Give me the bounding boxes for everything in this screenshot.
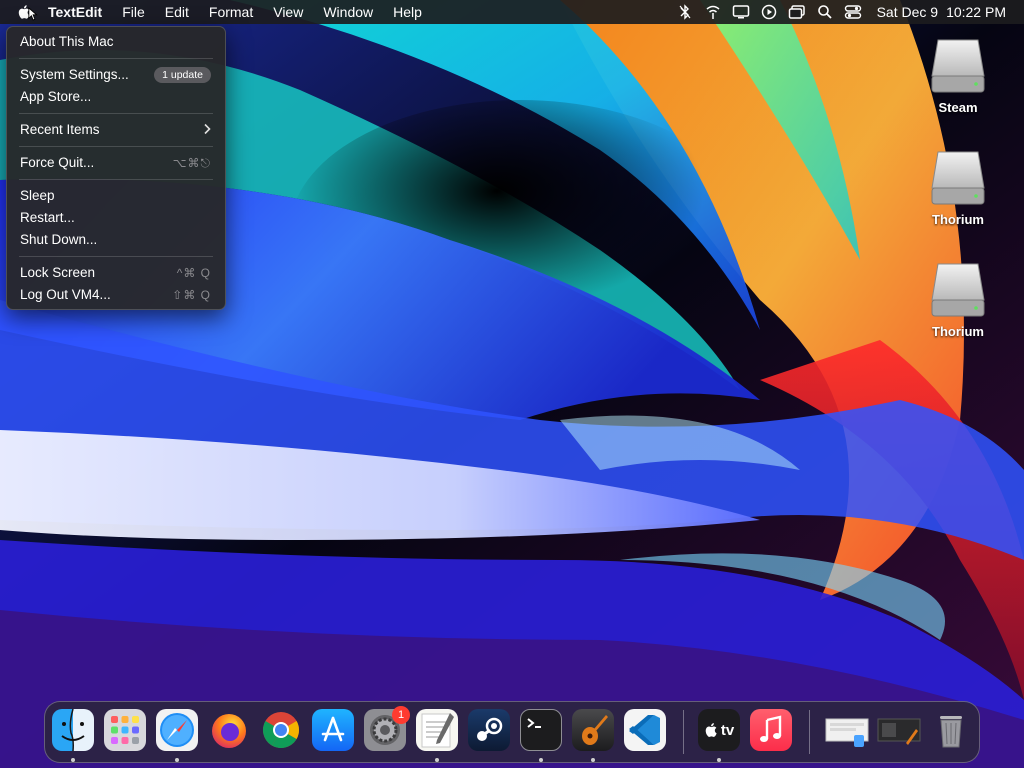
drive-icon (930, 148, 986, 206)
menu-item-label: Lock Screen (20, 265, 96, 280)
search-icon[interactable] (811, 0, 839, 24)
wifi-icon[interactable] (699, 0, 727, 24)
dock: 1 tv (44, 701, 980, 763)
dock-textedit-icon[interactable] (416, 709, 458, 751)
menu-format[interactable]: Format (199, 0, 263, 24)
window-switch-icon[interactable] (783, 0, 811, 24)
running-indicator (591, 758, 595, 762)
menu-file[interactable]: File (112, 0, 155, 24)
running-indicator (175, 758, 179, 762)
control-center-icon[interactable] (839, 0, 867, 24)
menu-separator (19, 146, 213, 147)
menu-item-system-settings[interactable]: System Settings... 1 update (7, 64, 225, 86)
menu-help[interactable]: Help (383, 0, 432, 24)
dock-app-store-icon[interactable] (312, 709, 354, 751)
dock-downloads-stack-icon[interactable] (824, 709, 872, 751)
shortcut-label: ⌥⌘⎋ (172, 156, 211, 170)
menu-bar: TextEdit File Edit Format View Window He… (0, 0, 1024, 24)
dock-firefox-icon[interactable] (208, 709, 250, 751)
menu-item-label: Restart... (20, 210, 75, 225)
dock-vscode-icon[interactable] (624, 709, 666, 751)
update-badge: 1 update (154, 67, 211, 83)
dock-separator (809, 710, 810, 754)
running-indicator (717, 758, 721, 762)
notification-badge: 1 (392, 706, 410, 724)
screen-record-icon[interactable] (755, 0, 783, 24)
menu-item-lock-screen[interactable]: Lock Screen ^⌘ Q (7, 262, 225, 284)
dock-launchpad-icon[interactable] (104, 709, 146, 751)
menu-item-app-store[interactable]: App Store... (7, 86, 225, 108)
menu-item-force-quit[interactable]: Force Quit... ⌥⌘⎋ (7, 152, 225, 174)
dock-music-icon[interactable] (750, 709, 792, 751)
dock-trash-icon[interactable] (930, 709, 972, 751)
mouse-cursor-icon (28, 7, 38, 21)
running-indicator (539, 758, 543, 762)
menu-item-recent-items[interactable]: Recent Items (7, 119, 225, 141)
status-area: Sat Dec 9 10:22 PM (671, 0, 1024, 24)
app-menu-textedit[interactable]: TextEdit (38, 0, 112, 24)
menu-window[interactable]: Window (313, 0, 383, 24)
menu-item-label: System Settings... (20, 67, 129, 82)
dock-separator (683, 710, 684, 754)
menu-item-label: Force Quit... (20, 155, 95, 170)
menu-separator (19, 113, 213, 114)
menu-item-about-this-mac[interactable]: About This Mac (7, 31, 225, 53)
menu-item-label: Recent Items (20, 122, 100, 137)
menu-item-label: Log Out VM4... (20, 287, 111, 302)
bluetooth-icon[interactable] (671, 0, 699, 24)
menu-separator (19, 58, 213, 59)
menu-item-label: Shut Down... (20, 232, 98, 247)
dock-finder-icon[interactable] (52, 709, 94, 751)
desktop-icon-thorium[interactable]: Thorium (918, 148, 998, 227)
running-indicator (71, 758, 75, 762)
menu-separator (19, 256, 213, 257)
shortcut-label: ^⌘ Q (176, 266, 211, 280)
desktop-icon-label: Thorium (932, 212, 984, 227)
dock-steam-icon[interactable] (468, 709, 510, 751)
drive-icon (930, 260, 986, 318)
menu-item-label: Sleep (20, 188, 55, 203)
drive-icon (930, 36, 986, 94)
dock-terminal-icon[interactable] (520, 709, 562, 751)
menu-item-restart[interactable]: Restart... (7, 207, 225, 229)
dock-garageband-icon[interactable] (572, 709, 614, 751)
menu-item-label: About This Mac (20, 34, 114, 49)
dock-safari-icon[interactable] (156, 709, 198, 751)
menu-edit[interactable]: Edit (155, 0, 199, 24)
running-indicator (435, 758, 439, 762)
shortcut-label: ⇧⌘ Q (172, 288, 211, 302)
menu-separator (19, 179, 213, 180)
apple-menu-dropdown: About This Mac System Settings... 1 upda… (6, 26, 226, 310)
apple-menu-button[interactable] (0, 0, 38, 24)
desktop-icon-steam[interactable]: Steam (918, 36, 998, 115)
menu-view[interactable]: View (263, 0, 313, 24)
chevron-right-icon (203, 119, 211, 141)
menu-item-label: App Store... (20, 89, 92, 104)
apple-tv-label: tv (720, 721, 735, 739)
menu-item-shut-down[interactable]: Shut Down... (7, 229, 225, 251)
desktop-icon-label: Thorium (932, 324, 984, 339)
display-icon[interactable] (727, 0, 755, 24)
menu-item-log-out[interactable]: Log Out VM4... ⇧⌘ Q (7, 284, 225, 306)
dock-chrome-icon[interactable] (260, 709, 302, 751)
menubar-time[interactable]: 10:22 PM (938, 0, 1024, 24)
desktop-icon-thorium-2[interactable]: Thorium (918, 260, 998, 339)
menubar-date[interactable]: Sat Dec 9 (867, 0, 938, 24)
desktop-icon-label: Steam (938, 100, 978, 115)
dock-apple-tv-icon[interactable]: tv (698, 709, 740, 751)
dock-documents-stack-icon[interactable] (876, 709, 924, 751)
menu-item-sleep[interactable]: Sleep (7, 185, 225, 207)
